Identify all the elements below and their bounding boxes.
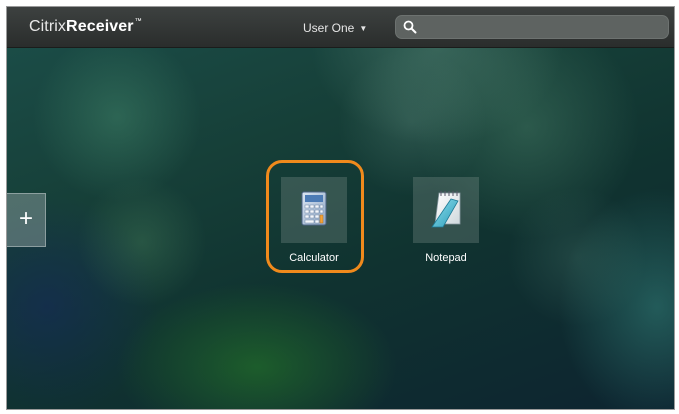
user-menu-button[interactable]: User One ▼ (303, 21, 367, 35)
notepad-icon (431, 191, 461, 228)
app-tile (413, 177, 479, 243)
citrix-receiver-logo: CitrixReceiver™ (29, 18, 142, 36)
background-bokeh (507, 187, 647, 327)
search-input[interactable] (422, 18, 662, 38)
app-calculator[interactable]: Calculator (269, 177, 359, 264)
search-box[interactable] (395, 15, 669, 39)
user-name: User One (303, 21, 355, 35)
app-label: Calculator (289, 252, 339, 264)
add-apps-button[interactable]: + (7, 193, 46, 247)
app-label: Notepad (425, 252, 467, 264)
logo-brand: Citrix (29, 18, 67, 35)
logo-trademark: ™ (134, 18, 142, 25)
app-tile (281, 177, 347, 243)
app-notepad[interactable]: Notepad (401, 177, 491, 264)
search-icon (403, 20, 417, 34)
background-bokeh (337, 47, 487, 197)
logo-product: Receiver (66, 18, 134, 35)
citrix-receiver-window: CitrixReceiver™ User One ▼ + Calculator … (6, 6, 675, 410)
calculator-icon (301, 191, 327, 226)
background-bokeh (77, 177, 207, 307)
top-bar: CitrixReceiver™ User One ▼ (7, 7, 674, 48)
plus-icon: + (18, 205, 33, 232)
chevron-down-icon: ▼ (359, 24, 368, 33)
